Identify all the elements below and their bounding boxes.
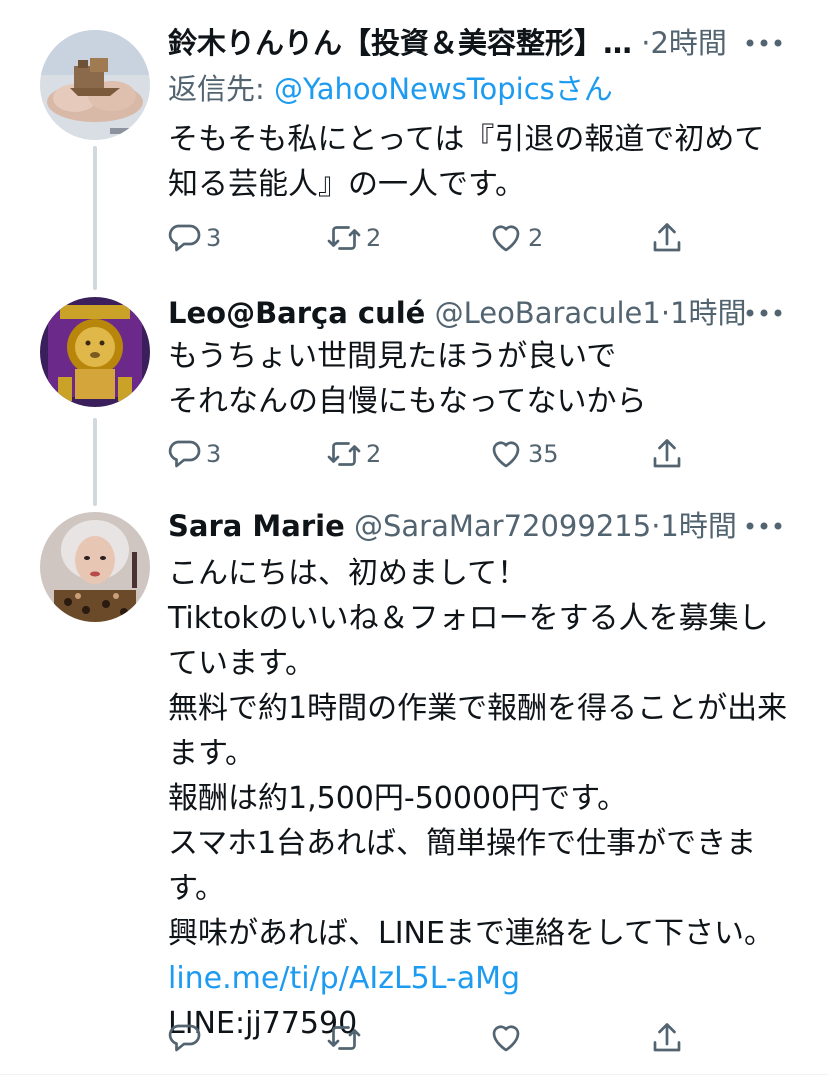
reply-count: 3 xyxy=(206,440,222,468)
timestamp[interactable]: 2時間 xyxy=(650,26,726,60)
tweet-actions xyxy=(0,1016,828,1060)
share-upload-icon xyxy=(653,439,681,468)
tweet-header: Leo@Barça culé @LeoBaracule1·1時間 xyxy=(168,291,804,335)
tweet-text-line: こんにちは、初めまして！ xyxy=(168,556,528,591)
tweet-actions: 3 2 2 xyxy=(0,216,828,260)
reply-bubble-icon xyxy=(168,1024,201,1052)
tweet-text-line: Tiktokのいいね＆フォローをする人を募集し xyxy=(168,601,769,636)
share-upload-icon xyxy=(653,223,681,252)
display-name[interactable]: Leo@Barça culé xyxy=(168,296,425,330)
retweet-count: 2 xyxy=(366,224,382,252)
tweet-text-line: 無料で約1時間の作業で報酬を得ることが出来 xyxy=(168,691,788,726)
tweet-text-line: スマホ1台あれば、簡単操作で仕事ができま xyxy=(168,826,757,861)
share-button[interactable] xyxy=(649,432,685,476)
retweet-arrows-icon xyxy=(327,226,361,250)
tweet-text: そもそも私にとっては『引退の報道で初めて 知る芸能人』の一人です。 xyxy=(168,117,804,207)
avatar-mountain-cloud-image xyxy=(40,30,150,140)
tweet-text-line: 興味があれば、LINEまで連絡をして下さい。 xyxy=(168,916,775,951)
tweet-text: こんにちは、初めまして！ Tiktokのいいね＆フォローをする人を募集し ていま… xyxy=(168,551,804,1046)
user-avatar[interactable] xyxy=(40,30,150,140)
tweet-text-line: ます。 xyxy=(168,736,255,771)
more-horizontal-icon[interactable] xyxy=(744,38,784,48)
timestamp[interactable]: 1時間 xyxy=(670,296,746,330)
retweet-button[interactable]: 2 xyxy=(326,216,381,260)
replying-to-line: 返信先: @YahooNewsTopicsさん xyxy=(168,68,613,110)
tweet-header: Sara Marie @SaraMar72099215·1時間 xyxy=(168,504,804,548)
avatar-golden-lion-image xyxy=(40,297,150,407)
heart-icon xyxy=(492,441,520,468)
more-horizontal-icon[interactable] xyxy=(744,521,784,531)
reply-button[interactable]: 3 xyxy=(166,216,221,260)
timestamp[interactable]: 1時間 xyxy=(660,509,736,543)
avatar-woman-portrait-image xyxy=(40,512,150,622)
divider xyxy=(0,1074,828,1075)
retweet-arrows-icon xyxy=(327,1026,361,1050)
reply-mention-link[interactable]: @YahooNewsTopicsさん xyxy=(274,72,613,106)
retweet-count: 2 xyxy=(366,440,382,468)
separator-dot: · xyxy=(660,296,671,330)
user-handle[interactable]: @SaraMar72099215 xyxy=(354,509,651,543)
tweet-text-line: それなんの自慢にもなってないから xyxy=(168,384,647,419)
share-button[interactable] xyxy=(649,1016,685,1060)
like-button[interactable]: 35 xyxy=(488,432,559,476)
reply-bubble-icon xyxy=(168,224,201,252)
tweet-text-line: そもそも私にとっては『引退の報道で初めて xyxy=(168,122,765,157)
tweet-actions: 3 2 35 xyxy=(0,432,828,476)
tweet-text-line: 報酬は約1,500円-50000円です。 xyxy=(168,781,628,816)
user-avatar[interactable] xyxy=(40,512,150,622)
like-button[interactable]: 2 xyxy=(488,216,543,260)
user-avatar[interactable] xyxy=(40,297,150,407)
tweet-text-line: 知る芸能人』の一人です。 xyxy=(168,167,525,202)
like-count: 2 xyxy=(528,224,544,252)
retweet-button[interactable] xyxy=(326,1016,366,1060)
reply-button[interactable] xyxy=(166,1016,206,1060)
display-name[interactable]: 鈴木りんりん【投資＆美容整形】… xyxy=(168,26,632,60)
tweet-text-line: もうちょい世間見たほうが良いで xyxy=(168,339,617,374)
share-upload-icon xyxy=(653,1023,681,1052)
like-count: 35 xyxy=(528,440,559,468)
more-horizontal-icon[interactable] xyxy=(744,308,784,318)
tweet-text: もうちょい世間見たほうが良いで それなんの自慢にもなってないから xyxy=(168,334,804,424)
tweet-text-line: ています。 xyxy=(168,646,315,681)
external-link[interactable]: line.me/ti/p/AIzL5L-aMg xyxy=(168,956,804,1001)
retweet-arrows-icon xyxy=(327,442,361,466)
tweet-header: 鈴木りんりん【投資＆美容整形】… ·2時間 xyxy=(168,21,804,65)
heart-icon xyxy=(492,225,520,252)
replying-to-label: 返信先: xyxy=(168,72,274,106)
retweet-button[interactable]: 2 xyxy=(326,432,381,476)
user-handle[interactable]: @LeoBaracule1 xyxy=(435,296,661,330)
reply-count: 3 xyxy=(206,224,222,252)
heart-icon xyxy=(492,1025,520,1052)
share-button[interactable] xyxy=(649,216,685,260)
tweet-text-line: す。 xyxy=(168,871,225,906)
reply-bubble-icon xyxy=(168,440,201,468)
display-name[interactable]: Sara Marie xyxy=(168,509,345,543)
reply-button[interactable]: 3 xyxy=(166,432,221,476)
like-button[interactable] xyxy=(488,1016,528,1060)
